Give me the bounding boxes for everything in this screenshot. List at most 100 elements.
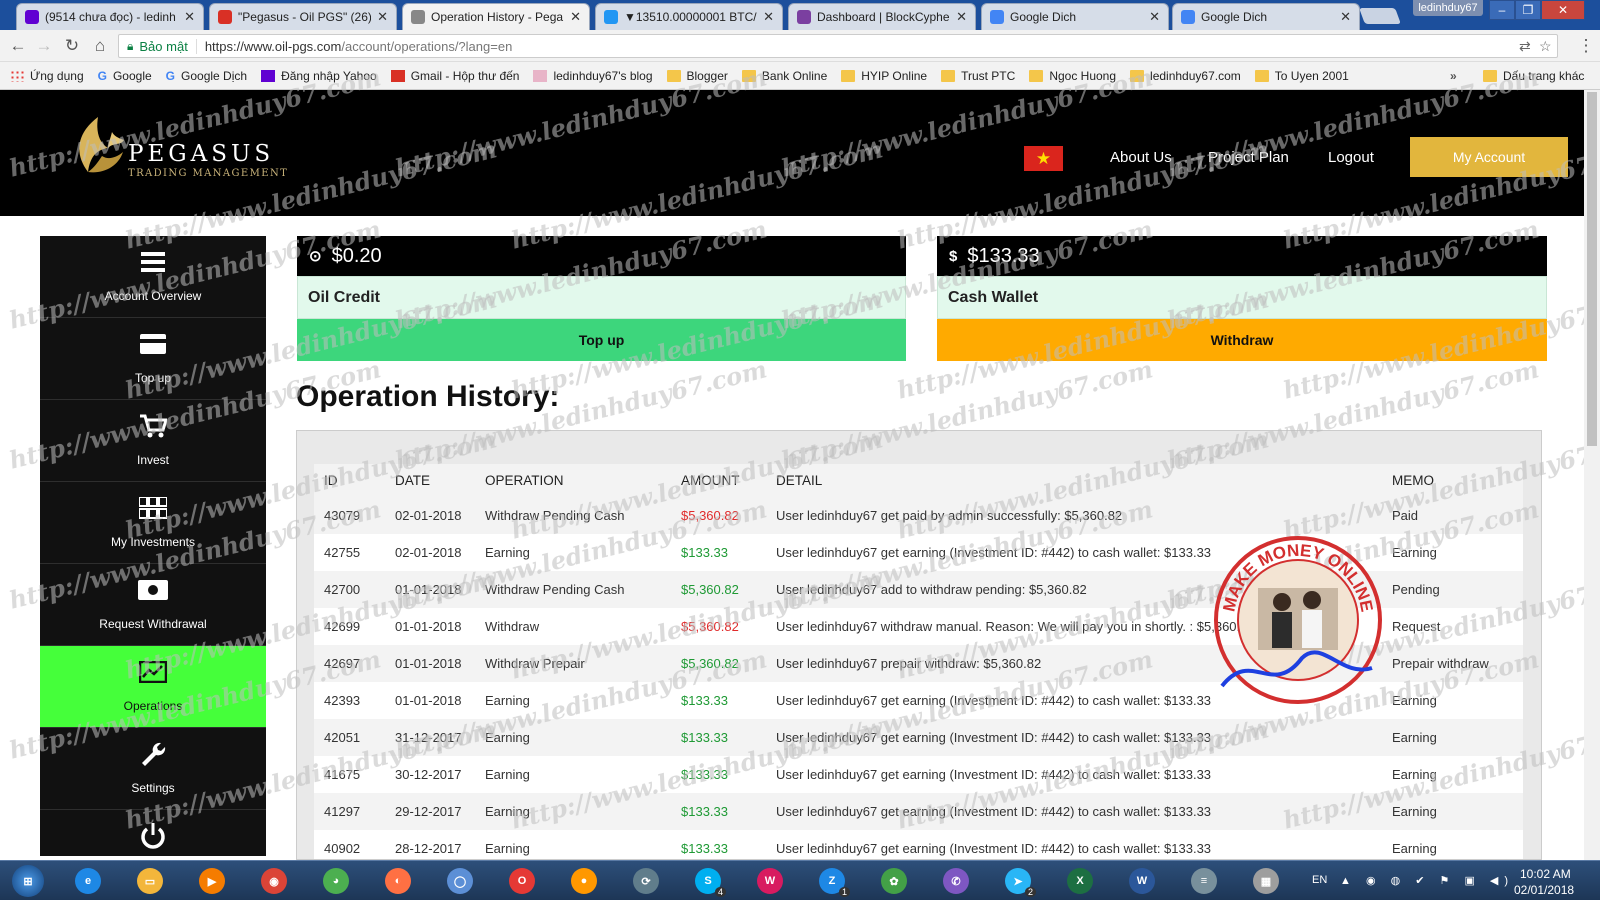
bookmark-item[interactable]: Ngoc Huong xyxy=(1029,69,1116,83)
bookmark-item[interactable]: HYIP Online xyxy=(841,69,927,83)
address-bar[interactable]: 🔒︎ Bảo mật https://www.oil-pgs.com/accou… xyxy=(118,34,1558,58)
bookmark-item[interactable]: G Google xyxy=(98,69,152,83)
browser-tab[interactable]: Operation History - Pega ✕ xyxy=(402,3,590,30)
bookmark-item[interactable]: Ứng dụng xyxy=(10,69,84,83)
tab-close-icon[interactable]: ✕ xyxy=(377,9,388,25)
nav-project-plan[interactable]: Project Plan xyxy=(1208,149,1289,166)
opera-icon[interactable]: O xyxy=(500,865,544,897)
notification-badge: 2 xyxy=(1024,887,1036,897)
translate-icon[interactable]: ⇄ xyxy=(1519,38,1531,55)
lock-icon: 🔒︎ xyxy=(127,38,134,53)
tab-close-icon[interactable]: ✕ xyxy=(956,9,967,25)
gmail-icon xyxy=(218,10,232,24)
new-tab-button[interactable] xyxy=(1359,8,1401,24)
calculator-icon[interactable]: ▦ xyxy=(1244,865,1288,897)
vietnam-flag-icon[interactable]: ★ xyxy=(1024,146,1063,171)
back-icon[interactable]: ← xyxy=(8,36,28,56)
tab-close-icon[interactable]: ✕ xyxy=(570,9,581,25)
chrome-icon[interactable]: ◉ xyxy=(252,865,296,897)
table-row: 43079 02-01-2018 Withdraw Pending Cash $5,3… xyxy=(314,497,1523,534)
forward-icon[interactable]: → xyxy=(34,36,54,56)
browser-tab[interactable]: Google Dich ✕ xyxy=(981,3,1169,30)
other-bookmarks[interactable]: Dấu trang khác xyxy=(1483,69,1584,83)
media-player-icon[interactable]: ▶ xyxy=(190,865,234,897)
skype-icon[interactable]: S4 xyxy=(686,865,730,897)
bookmark-label: Google xyxy=(112,68,152,83)
sidebar-item-top-up[interactable]: Top up xyxy=(40,318,266,400)
browser-tab[interactable]: Google Dich ✕ xyxy=(1172,3,1360,30)
sidebar-item-invest[interactable]: Invest xyxy=(40,400,266,482)
browser-tab[interactable]: (9514 chưa đọc) - ledinh ✕ xyxy=(16,3,204,30)
sidebar-item-settings[interactable]: Settings xyxy=(40,728,266,810)
reload-icon[interactable]: ↻ xyxy=(62,36,82,56)
sync-icon[interactable]: ⟳ xyxy=(624,865,668,897)
start-button-icon[interactable]: ⊞ xyxy=(6,865,50,897)
clock-date[interactable]: 02/01/2018 xyxy=(1514,883,1574,897)
maximize-icon[interactable]: ❐ xyxy=(1515,0,1541,20)
bookmark-item[interactable]: G Google Dịch xyxy=(166,69,247,83)
sidebar-item-account-overview[interactable]: Account Overview xyxy=(40,236,266,318)
telegram-icon[interactable]: ➤ 2 xyxy=(996,865,1040,897)
close-window-icon[interactable]: ✕ xyxy=(1541,0,1585,20)
coccoc-icon[interactable]: ◕ xyxy=(314,865,358,897)
word-icon[interactable]: W xyxy=(1120,865,1164,897)
internet-explorer-icon[interactable]: e xyxy=(66,865,110,897)
tab-close-icon[interactable]: ✕ xyxy=(184,9,195,25)
folder-icon xyxy=(941,69,956,82)
browser-tab[interactable]: Dashboard | BlockCyphe ✕ xyxy=(788,3,976,30)
top-up-button[interactable]: Top up xyxy=(297,319,906,361)
minimize-icon[interactable]: – xyxy=(1489,0,1515,20)
sidebar-item-my-investments[interactable]: My Investments xyxy=(40,482,266,564)
sidebar-item-request-withdrawal[interactable]: Request Withdrawal xyxy=(40,564,266,646)
file-explorer-icon[interactable]: ▭ xyxy=(128,865,172,897)
excel-icon[interactable]: X xyxy=(1058,865,1102,897)
bookmark-item[interactable]: ledinhduy67's blog xyxy=(533,69,653,83)
table-row: 41675 30-12-2017 Earning $133.33 User ledinh… xyxy=(314,756,1523,793)
language-indicator[interactable]: EN xyxy=(1312,874,1327,886)
browser-tab-strip: (9514 chưa đọc) - ledinh ✕ "Pegasus - Oil … xyxy=(0,0,1600,30)
viber-icon[interactable]: ✆ xyxy=(934,865,978,897)
card-icon xyxy=(40,328,266,360)
bookmark-item[interactable]: Bank Online xyxy=(741,69,827,83)
table-row: 42755 02-01-2018 Earning $133.33 User ledinh… xyxy=(314,534,1523,571)
nav-logout[interactable]: Logout xyxy=(1328,149,1374,166)
sidebar-item-operations[interactable]: Operations xyxy=(40,646,266,728)
tab-close-icon[interactable]: ✕ xyxy=(1149,9,1160,25)
bookmark-item[interactable]: To Uyen 2001 xyxy=(1254,69,1349,83)
clock-time[interactable]: 10:02 AM xyxy=(1520,867,1571,881)
bookmark-item[interactable]: ledinhduy67.com xyxy=(1130,69,1241,83)
folder-icon xyxy=(741,69,756,82)
browser-tab[interactable]: ▼13510.00000001 BTC/ ✕ xyxy=(595,3,783,30)
flower-icon[interactable]: ✿ xyxy=(872,865,916,897)
browser-tab[interactable]: "Pegasus - Oil PGS" (26) ✕ xyxy=(209,3,397,30)
withdraw-button[interactable]: Withdraw xyxy=(937,319,1547,361)
google-icon: G xyxy=(97,68,107,83)
ball-icon[interactable]: ● xyxy=(562,865,606,897)
bookmark-item[interactable]: Blogger xyxy=(666,69,728,83)
my-account-button[interactable]: My Account xyxy=(1410,137,1568,177)
home-icon[interactable]: ⌂ xyxy=(90,36,110,56)
zalo-icon[interactable]: Z1 xyxy=(810,865,854,897)
nav-about-us[interactable]: About Us xyxy=(1110,149,1172,166)
cell-memo: Earning xyxy=(1382,830,1523,859)
notepad-icon[interactable]: ≡ xyxy=(1182,865,1226,897)
profile-chip[interactable]: ledinhduy67 xyxy=(1413,0,1483,16)
scroll-thumb[interactable] xyxy=(1587,92,1597,446)
tab-close-icon[interactable]: ✕ xyxy=(1340,9,1351,25)
cell-memo: Earning xyxy=(1382,682,1523,719)
tab-close-icon[interactable]: ✕ xyxy=(763,9,774,25)
bookmark-item[interactable]: Đăng nhập Yahoo xyxy=(261,69,377,83)
bookmark-item[interactable]: Gmail - Hộp thư đến xyxy=(390,69,519,83)
bookmark-item[interactable]: Trust PTC xyxy=(941,69,1015,83)
blockcypher-icon xyxy=(797,10,811,24)
browser-icon[interactable]: ◯ xyxy=(438,865,482,897)
firefox-icon[interactable]: ◐ xyxy=(376,865,420,897)
menu-dots-icon[interactable]: ⋮ xyxy=(1576,36,1596,56)
bookmark-star-icon[interactable]: ☆ xyxy=(1539,38,1552,55)
page-scrollbar[interactable] xyxy=(1584,90,1600,860)
bookmarks-overflow-icon[interactable]: » xyxy=(1450,69,1457,83)
wallet-icon[interactable]: W xyxy=(748,865,792,897)
system-tray-icons[interactable]: ▲ ◉ ◍ ✔ ⚑ ▣ ◀) xyxy=(1340,874,1514,887)
cell-id: 42699 xyxy=(314,608,385,645)
folder-icon xyxy=(1029,69,1044,82)
